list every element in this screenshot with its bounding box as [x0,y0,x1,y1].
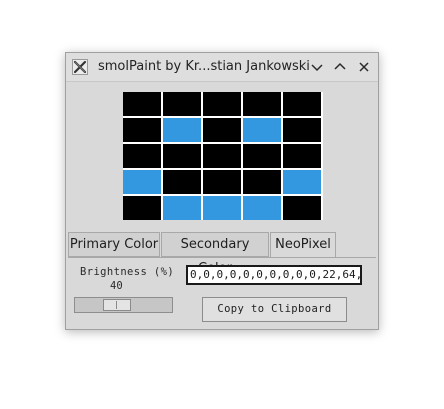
pixel-cell[interactable] [163,92,201,116]
pixel-cell[interactable] [243,144,281,168]
pixel-cell[interactable] [243,196,281,220]
pixel-cell[interactable] [123,92,161,116]
chevron-up-icon[interactable] [332,59,348,75]
pixel-cell[interactable] [283,118,321,142]
x-logo-icon [72,59,88,75]
pixel-cell[interactable] [123,118,161,142]
pixel-cell[interactable] [123,170,161,194]
pixel-cell[interactable] [123,196,161,220]
chevron-down-icon[interactable] [309,59,325,75]
pixel-cell[interactable] [203,92,241,116]
pixel-cell[interactable] [203,196,241,220]
pixel-cell[interactable] [243,118,281,142]
title-bar[interactable]: smolPaint by Kr...stian Jankowski [66,53,378,82]
tab-neopixel[interactable]: NeoPixel [270,232,336,258]
pixel-cell[interactable] [283,144,321,168]
tab-primary-color[interactable]: Primary Color [68,232,160,257]
tab-secondary-color[interactable]: Secondary Color [161,232,269,276]
pixel-cell[interactable] [243,92,281,116]
brightness-slider[interactable] [74,297,173,313]
neopixel-panel: Brightness (%) 40 0,0,0,0,0,0,0,0,0,0,22… [68,257,376,325]
pixel-cell[interactable] [163,144,201,168]
pixel-cell[interactable] [203,118,241,142]
pixel-cell[interactable] [283,170,321,194]
copy-to-clipboard-button[interactable]: Copy to Clipboard [202,297,347,322]
pixel-cell[interactable] [283,196,321,220]
pixel-cell[interactable] [203,170,241,194]
brightness-value: 40 [110,280,123,292]
smolpaint-window: smolPaint by Kr...stian Jankowski Primar… [65,52,379,330]
brightness-label: Brightness (%) [80,266,175,278]
window-title: smolPaint by Kr...stian Jankowski [98,59,310,74]
pixel-cell[interactable] [163,196,201,220]
pixel-grid [123,92,323,220]
neopixel-output-field[interactable]: 0,0,0,0,0,0,0,0,0,0,22,64, [186,265,362,285]
pixel-cell[interactable] [163,170,201,194]
pixel-cell[interactable] [123,144,161,168]
pixel-cell[interactable] [243,170,281,194]
pixel-canvas [123,92,323,222]
slider-thumb[interactable] [103,299,131,311]
pixel-cell[interactable] [163,118,201,142]
pixel-cell[interactable] [283,92,321,116]
pixel-cell[interactable] [203,144,241,168]
close-icon[interactable] [356,59,372,75]
